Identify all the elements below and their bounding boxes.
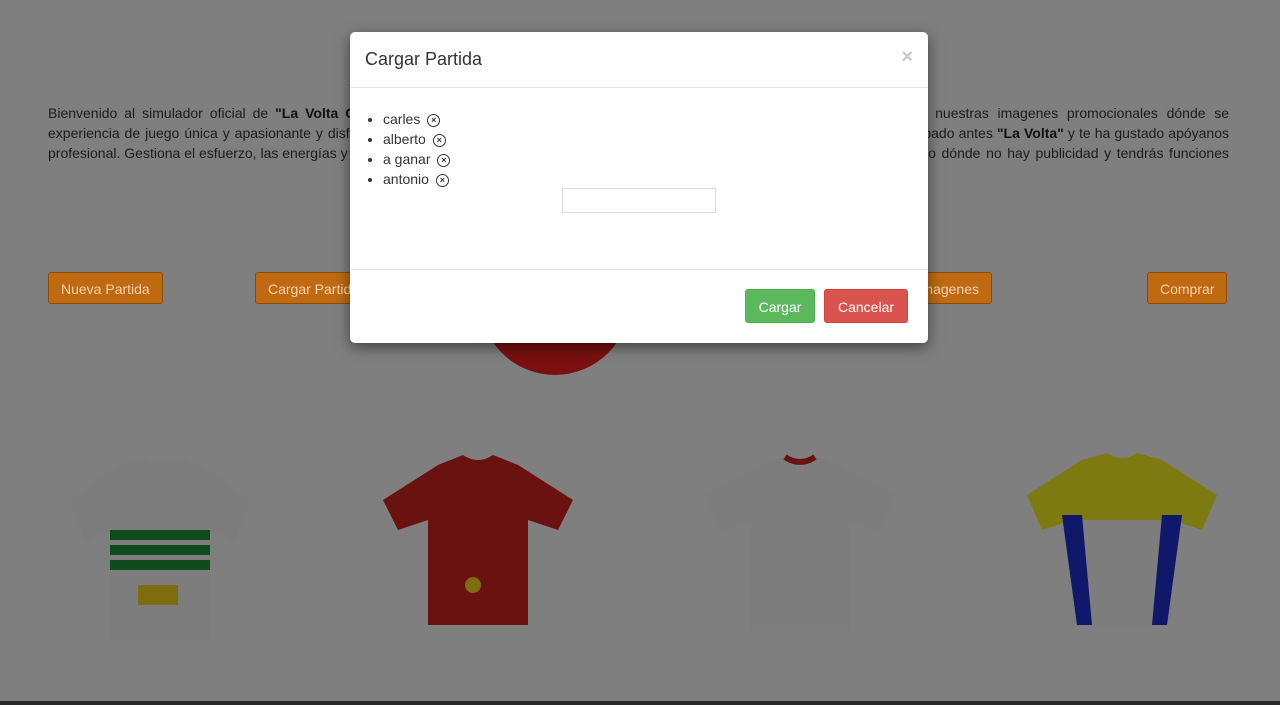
bottom-strip	[0, 701, 1280, 705]
close-icon[interactable]: ×	[901, 46, 913, 69]
saved-game-name[interactable]: alberto	[383, 131, 426, 147]
delete-icon[interactable]: ×	[435, 174, 449, 187]
saved-game-name[interactable]: antonio	[383, 171, 429, 187]
buy-button[interactable]: Comprar	[1147, 272, 1228, 304]
cancel-button[interactable]: Cancelar	[824, 289, 908, 323]
modal-title: Cargar Partida	[365, 49, 483, 69]
saved-games-list: carles × alberto × a ganar × antonio ×	[350, 109, 451, 189]
saved-game-name[interactable]: carles	[383, 111, 420, 127]
saved-game-item[interactable]: carles ×	[383, 109, 450, 129]
intro-bold: "La Volta"	[996, 125, 1064, 141]
jersey-image-red	[383, 455, 573, 625]
game-name-input[interactable]	[562, 188, 716, 213]
intro-text: Bienvenido al simulador oficial de	[48, 105, 276, 121]
saved-game-name[interactable]: a ganar	[383, 151, 430, 167]
modal-header: Cargar Partida ×	[350, 32, 928, 88]
saved-game-item[interactable]: alberto ×	[383, 129, 450, 149]
jersey-image-white	[705, 454, 895, 630]
jersey-image-green	[70, 457, 250, 640]
delete-icon[interactable]: ×	[432, 134, 446, 147]
delete-icon[interactable]: ×	[427, 114, 441, 127]
load-button[interactable]: Cargar	[745, 289, 815, 323]
modal-body: carles × alberto × a ganar × antonio ×	[350, 88, 928, 270]
saved-game-item[interactable]: a ganar ×	[383, 149, 451, 169]
jersey-image-yellow	[1027, 453, 1217, 625]
delete-icon[interactable]: ×	[437, 154, 451, 167]
new-game-button[interactable]: Nueva Partida	[48, 272, 163, 304]
load-game-modal: Cargar Partida × carles × alberto × a ga…	[350, 32, 928, 343]
saved-game-item[interactable]: antonio ×	[383, 169, 450, 189]
